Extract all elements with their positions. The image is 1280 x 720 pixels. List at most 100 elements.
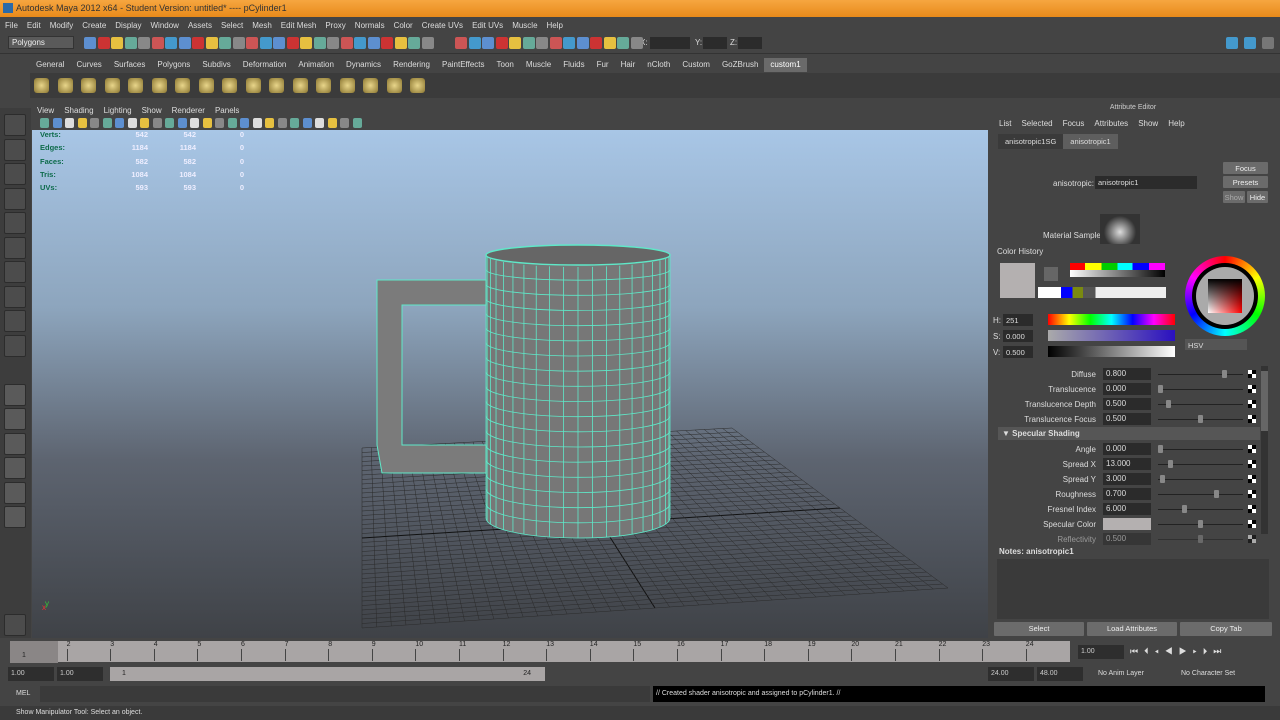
- panel-toolbar-icon[interactable]: [202, 118, 212, 128]
- attr-slider[interactable]: [1158, 479, 1243, 480]
- toolbar-icon[interactable]: [549, 37, 562, 49]
- anim-layer-dropdown[interactable]: No Anim Layer: [1098, 670, 1144, 677]
- map-button-icon[interactable]: [1248, 535, 1256, 543]
- panel-toolbar-icon[interactable]: [40, 118, 49, 128]
- help-manip-icon[interactable]: [4, 614, 26, 636]
- notes-field[interactable]: [997, 559, 1269, 619]
- select-button[interactable]: Select: [994, 622, 1084, 636]
- toolbar-icon[interactable]: [192, 37, 204, 49]
- map-button-icon[interactable]: [1248, 400, 1256, 408]
- ae-menu-show[interactable]: Show: [1138, 119, 1158, 128]
- attr-field[interactable]: 0.700: [1103, 488, 1151, 500]
- toolbar-icon[interactable]: [630, 37, 643, 49]
- panel-toolbar-icon[interactable]: [52, 118, 62, 128]
- s-field[interactable]: 0.000: [1003, 330, 1033, 342]
- soft-mod-icon[interactable]: [4, 285, 26, 308]
- attr-field[interactable]: 0.000: [1103, 383, 1151, 395]
- toolbar-icon[interactable]: [259, 37, 272, 49]
- outliner-icon[interactable]: [4, 506, 26, 528]
- universal-manip-icon[interactable]: [4, 261, 26, 283]
- load-attributes-button[interactable]: Load Attributes: [1087, 622, 1177, 636]
- toolbar-icon[interactable]: [576, 37, 589, 49]
- attr-field[interactable]: 6.000: [1103, 503, 1151, 515]
- channel-box-icon[interactable]: [1244, 37, 1256, 49]
- toolbar-icon[interactable]: [340, 37, 353, 49]
- color-history-row[interactable]: [1070, 263, 1165, 270]
- panel-menu-view[interactable]: View: [37, 106, 54, 115]
- attr-field[interactable]: [1103, 518, 1151, 530]
- panel-toolbar-icon[interactable]: [190, 118, 199, 128]
- command-input[interactable]: [40, 686, 650, 702]
- slider-handle[interactable]: [1222, 370, 1227, 378]
- shelf-tab-muscle[interactable]: Muscle: [520, 58, 557, 72]
- menu-help[interactable]: Help: [547, 21, 563, 31]
- panel-menu-panels[interactable]: Panels: [215, 106, 239, 115]
- eyedropper-icon[interactable]: [1044, 267, 1058, 281]
- toolbar-icon[interactable]: [178, 37, 191, 49]
- color-wheel[interactable]: [1185, 256, 1265, 336]
- panel-toolbar-icon[interactable]: [252, 118, 262, 128]
- h-field[interactable]: 251: [1003, 314, 1033, 326]
- panel-toolbar-icon[interactable]: [77, 118, 87, 128]
- shelf-tool-icon[interactable]: [363, 78, 378, 93]
- shelf-tab-toon[interactable]: Toon: [491, 58, 520, 72]
- map-button-icon[interactable]: [1248, 520, 1256, 528]
- playback-controls[interactable]: ⏮⏴◂◀▶▸⏵⏭: [1130, 646, 1227, 657]
- collapse-arrow-icon[interactable]: ▼: [1002, 429, 1012, 438]
- ae-menu-attributes[interactable]: Attributes: [1094, 119, 1128, 128]
- section-specular-shading[interactable]: ▼ Specular Shading: [998, 427, 1260, 440]
- show-manip-icon[interactable]: [4, 310, 26, 332]
- panel-toolbar-icon[interactable]: [177, 118, 187, 128]
- character-set-dropdown[interactable]: No Character Set: [1181, 670, 1235, 677]
- menu-normals[interactable]: Normals: [355, 21, 385, 31]
- color-mode-dropdown[interactable]: HSV: [1185, 339, 1247, 350]
- menu-color[interactable]: Color: [394, 21, 413, 31]
- panel-toolbar-icon[interactable]: [227, 118, 237, 128]
- shelf-tool-icon[interactable]: [386, 78, 402, 93]
- panel-toolbar-icon[interactable]: [340, 118, 349, 128]
- move-tool-icon[interactable]: [4, 187, 26, 210]
- shelf-tab-rendering[interactable]: Rendering: [387, 58, 436, 72]
- toolbar-icon[interactable]: [151, 37, 164, 49]
- attr-field[interactable]: 0.500: [1103, 398, 1151, 410]
- slider-handle[interactable]: [1160, 475, 1166, 483]
- slider-handle[interactable]: [1168, 460, 1174, 468]
- panel-menu-renderer[interactable]: Renderer: [172, 106, 205, 115]
- map-button-icon[interactable]: [1248, 505, 1256, 513]
- shelf-tab-dynamics[interactable]: Dynamics: [340, 58, 387, 72]
- panel-toolbar-icon[interactable]: [102, 118, 112, 128]
- copy-tab-button[interactable]: Copy Tab: [1180, 622, 1272, 636]
- start-time-field[interactable]: 1.00: [8, 667, 54, 681]
- attr-slider[interactable]: [1158, 494, 1243, 495]
- toolbar-icon[interactable]: [313, 37, 326, 49]
- presets-button[interactable]: Presets: [1223, 176, 1268, 188]
- current-color-swatch[interactable]: [1000, 263, 1035, 298]
- current-time-field[interactable]: 1.00: [1078, 645, 1124, 659]
- panel-toolbar-icon[interactable]: [152, 118, 162, 128]
- hide-button[interactable]: Hide: [1247, 191, 1268, 203]
- panel-menu-lighting[interactable]: Lighting: [104, 106, 132, 115]
- toolbar-icon[interactable]: [381, 37, 393, 49]
- map-button-icon[interactable]: [1248, 460, 1256, 468]
- shelf-tool-icon[interactable]: [245, 78, 261, 93]
- toolbar-icon[interactable]: [468, 37, 481, 49]
- attr-slider[interactable]: [1158, 374, 1243, 375]
- panel-toolbar-icon[interactable]: [290, 118, 299, 128]
- layout-icon[interactable]: [1226, 37, 1238, 49]
- map-button-icon[interactable]: [1248, 370, 1256, 378]
- z-field[interactable]: [738, 37, 762, 49]
- toolbar-icon[interactable]: [408, 37, 420, 49]
- shelf-tab-ncloth[interactable]: nCloth: [641, 58, 676, 72]
- mel-label[interactable]: MEL: [16, 690, 30, 697]
- recent-colors-row[interactable]: [1038, 287, 1166, 298]
- rotate-tool-icon[interactable]: [4, 212, 26, 234]
- panel-toolbar-icon[interactable]: [302, 118, 312, 128]
- shelf-tool-icon[interactable]: [316, 78, 331, 93]
- toolbar-icon[interactable]: [522, 37, 535, 49]
- toolbar-icon[interactable]: [205, 37, 218, 49]
- x-field[interactable]: [650, 37, 690, 49]
- viewport-persp[interactable]: x y Verts: 542 542 0 Edges: 1184 1184 0 Faces: 58…: [32, 130, 988, 638]
- toolbar-icon[interactable]: [327, 37, 339, 49]
- menu-select[interactable]: Select: [221, 21, 243, 31]
- toolbar-icon[interactable]: [84, 37, 96, 49]
